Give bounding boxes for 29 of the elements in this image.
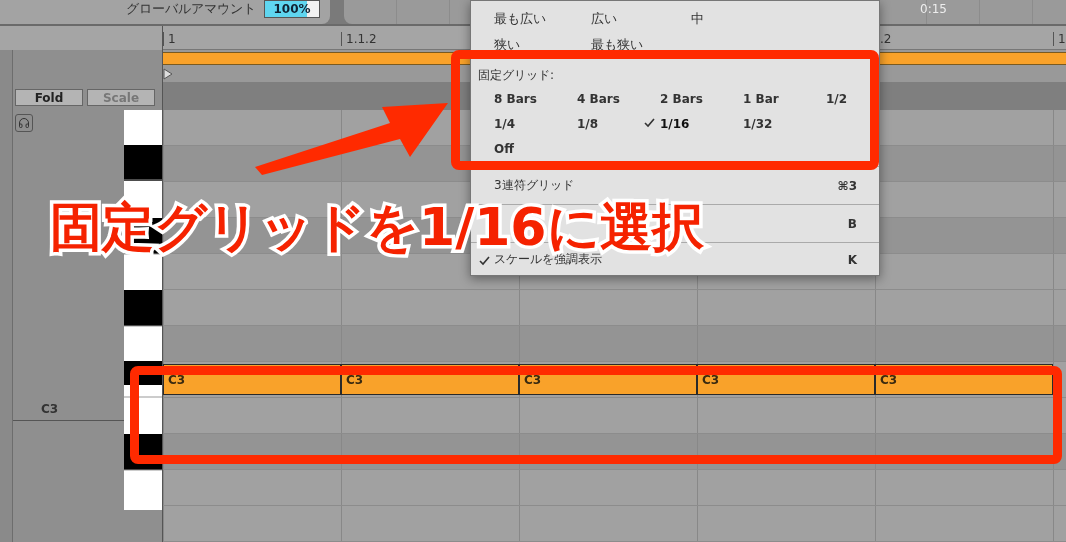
menu-item-label[interactable]: 3連符グリッド: [494, 177, 574, 194]
check-icon: [644, 118, 655, 128]
shortcut-label[interactable]: K: [847, 252, 857, 267]
menu-option[interactable]: 1/16: [660, 116, 690, 132]
menu-option[interactable]: 1/8: [577, 116, 599, 132]
menu-option[interactable]: 1/4: [494, 116, 516, 132]
ruler-mark: 1.1.2: [341, 32, 377, 46]
shortcut-label[interactable]: B: [847, 216, 857, 231]
fold-button[interactable]: Fold: [15, 89, 83, 106]
time-label: 0:15: [920, 2, 947, 16]
menu-option[interactable]: 狭い: [494, 37, 591, 53]
menu-option[interactable]: 2 Bars: [660, 91, 703, 107]
menu-option[interactable]: 4 Bars: [577, 91, 620, 107]
section-title: 固定グリッド:: [478, 68, 556, 83]
menu-option[interactable]: 1/32: [743, 116, 773, 132]
menu-option[interactable]: 1 Bar: [743, 91, 779, 107]
ruler-mark: 1: [1053, 32, 1066, 46]
menu-option[interactable]: 中: [691, 11, 791, 27]
menu-option[interactable]: 1/2: [826, 91, 848, 107]
menu-option[interactable]: 8 Bars: [494, 91, 537, 107]
menu-item-label[interactable]: スケールを強調表示: [494, 251, 602, 268]
parameter-label: グローバルアマウント: [126, 0, 256, 18]
note-name: C3: [41, 402, 59, 416]
menu-option[interactable]: 最も広い: [494, 11, 591, 27]
headphones-icon[interactable]: [15, 114, 33, 132]
shortcut-label[interactable]: ⌘3: [837, 178, 857, 193]
ruler-mark: 1: [163, 32, 176, 46]
menu-option[interactable]: 広い: [591, 11, 691, 27]
menu-option[interactable]: Off: [494, 141, 514, 157]
